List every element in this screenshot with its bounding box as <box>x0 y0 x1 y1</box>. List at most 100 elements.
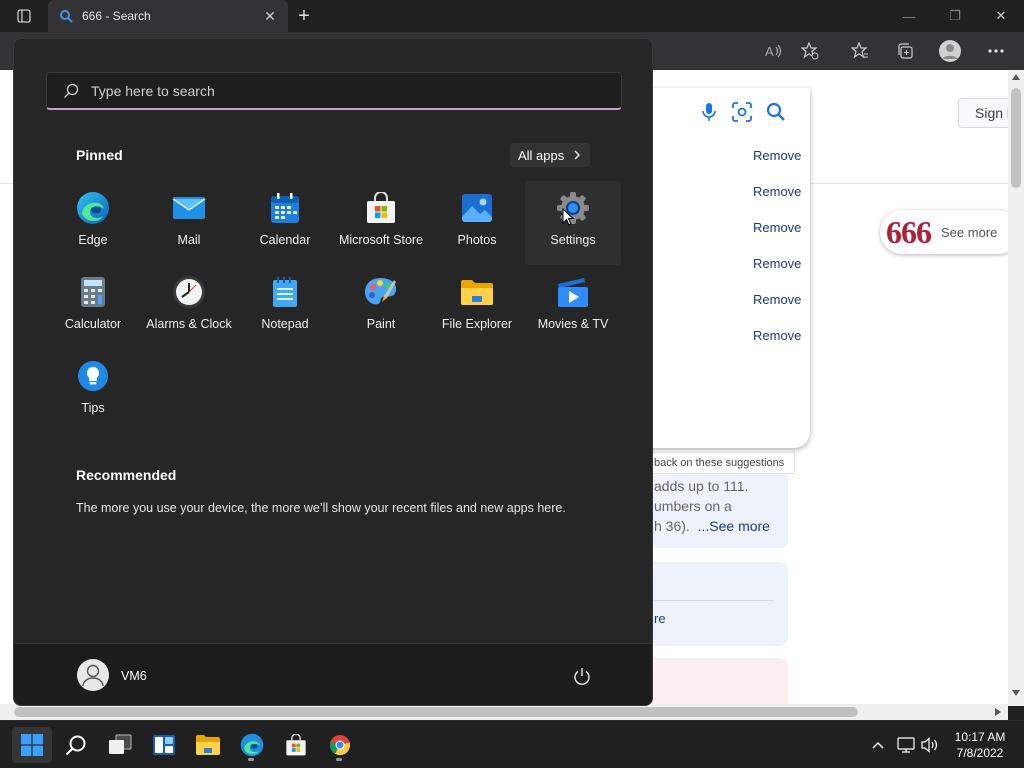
app-name: Settings <box>550 233 596 247</box>
clock-icon <box>172 275 206 309</box>
tab-actions-button[interactable] <box>8 6 40 26</box>
user-name[interactable]: VM6 <box>121 669 147 683</box>
volume-button[interactable] <box>920 735 940 755</box>
calculator-icon <box>76 275 110 309</box>
read-aloud-button[interactable]: A <box>762 39 786 63</box>
recommended-empty-text: The more you use your device, the more w… <box>76 501 566 515</box>
sign-in-button[interactable]: Sign i <box>958 98 1008 128</box>
taskbar-edge-button[interactable] <box>232 727 272 763</box>
network-status-button[interactable] <box>896 735 916 755</box>
suggestion-feedback-link[interactable]: back on these suggestions <box>645 452 795 474</box>
taskbar-store-button[interactable] <box>276 727 316 763</box>
close-window-button[interactable]: ✕ <box>978 0 1024 32</box>
suggestion-remove-link[interactable]: Remove <box>753 256 801 271</box>
movies-play-icon <box>556 275 590 309</box>
paint-palette-icon <box>364 275 398 309</box>
add-favorite-button[interactable] <box>798 39 822 63</box>
search-submit-icon[interactable] <box>766 102 786 122</box>
snippet-line: h 36). <box>654 518 690 534</box>
card-link[interactable]: re <box>654 611 666 626</box>
app-name: Calculator <box>64 317 122 331</box>
see-more-chip[interactable]: 666 See more <box>880 210 1008 254</box>
pinned-app-edge[interactable]: Edge <box>45 181 141 265</box>
pinned-app-photos[interactable]: Photos <box>429 181 525 265</box>
collections-icon <box>898 43 913 59</box>
result-card: re <box>640 562 788 646</box>
start-footer: VM6 <box>14 643 652 705</box>
app-name: Paint <box>366 317 396 331</box>
visual-search-icon[interactable] <box>732 102 752 122</box>
taskbar-file-explorer-button[interactable] <box>188 727 228 763</box>
app-name: Tips <box>81 401 105 415</box>
card-divider <box>654 600 774 601</box>
task-view-icon <box>109 734 132 754</box>
suggestion-remove-link[interactable]: Remove <box>753 328 801 343</box>
running-indicator <box>248 758 254 761</box>
pinned-app-file-explorer[interactable]: File Explorer <box>429 265 525 349</box>
page-horizontal-scrollbar[interactable] <box>0 704 1008 720</box>
collections-button[interactable] <box>893 39 917 63</box>
store-icon <box>286 734 306 756</box>
edge-icon <box>240 733 264 757</box>
pinned-app-notepad[interactable]: Notepad <box>237 265 333 349</box>
favorites-button[interactable] <box>848 39 872 63</box>
running-indicator <box>336 758 342 761</box>
user-icon <box>82 664 104 687</box>
user-avatar[interactable] <box>77 659 109 691</box>
vertical-scroll-thumb[interactable] <box>1011 88 1021 188</box>
notepad-icon <box>268 275 302 309</box>
restore-button[interactable]: ❐ <box>932 0 978 32</box>
taskbar-start-button[interactable] <box>12 727 52 763</box>
taskbar-widgets-button[interactable] <box>144 727 184 763</box>
pinned-app-calculator[interactable]: Calculator <box>45 265 141 349</box>
ellipsis-icon <box>988 49 1004 53</box>
chrome-icon <box>329 735 351 756</box>
more-menu-button[interactable] <box>984 39 1008 63</box>
snippet-see-more-link[interactable]: ...See more <box>698 518 770 534</box>
scroll-down-arrow-icon[interactable] <box>1012 690 1020 696</box>
app-name: Notepad <box>261 317 309 331</box>
lightbulb-icon <box>76 359 110 393</box>
snippet-line: adds up to 111. <box>654 478 749 494</box>
start-search-input[interactable]: Type here to search <box>46 72 622 110</box>
microphone-icon[interactable] <box>700 102 718 122</box>
star-add-icon <box>801 42 819 60</box>
pinned-app-movies-tv[interactable]: Movies & TV <box>525 265 621 349</box>
pinned-app-paint[interactable]: Paint <box>333 265 429 349</box>
taskbar-clock[interactable]: 10:17 AM 7/8/2022 <box>948 729 1012 761</box>
taskbar-chrome-button[interactable] <box>320 727 360 763</box>
taskbar-task-view-button[interactable] <box>100 727 140 763</box>
browser-titlebar: 666 - Search ✕ + — ❐ ✕ <box>0 0 1024 32</box>
browser-tab-active[interactable]: 666 - Search ✕ <box>48 0 288 32</box>
show-hidden-icons-button[interactable] <box>868 735 888 755</box>
new-tab-button[interactable]: + <box>292 4 316 28</box>
suggestion-remove-link[interactable]: Remove <box>753 184 801 199</box>
photos-icon <box>460 191 494 225</box>
pinned-app-calendar[interactable]: Calendar <box>237 181 333 265</box>
scroll-right-arrow-icon[interactable] <box>995 708 1001 716</box>
pinned-app-alarms-clock[interactable]: Alarms & Clock <box>141 265 237 349</box>
horizontal-scroll-thumb[interactable] <box>14 707 858 717</box>
suggestion-remove-link[interactable]: Remove <box>753 148 801 163</box>
pinned-app-mail[interactable]: Mail <box>141 181 237 265</box>
tab-close-icon[interactable]: ✕ <box>262 8 278 24</box>
windows-start-icon <box>21 734 43 756</box>
search-placeholder: Type here to search <box>91 82 215 99</box>
suggestion-remove-link[interactable]: Remove <box>753 220 801 235</box>
app-name: File Explorer <box>441 317 513 331</box>
minimize-button[interactable]: — <box>886 0 932 32</box>
app-name: Mail <box>177 233 201 247</box>
search-icon <box>64 83 79 98</box>
page-vertical-scrollbar[interactable] <box>1008 70 1024 706</box>
taskbar-search-button[interactable] <box>56 727 96 763</box>
suggestion-remove-link[interactable]: Remove <box>753 292 801 307</box>
app-name: Microsoft Store <box>338 233 424 247</box>
profile-button[interactable] <box>938 39 962 63</box>
all-apps-button[interactable]: All apps <box>510 143 590 167</box>
folder-icon <box>196 735 220 755</box>
power-button[interactable] <box>570 664 594 688</box>
pinned-app-microsoft-store[interactable]: Microsoft Store <box>333 181 429 265</box>
pinned-app-tips[interactable]: Tips <box>45 349 141 433</box>
scroll-up-arrow-icon[interactable] <box>1012 74 1020 80</box>
edge-icon <box>76 191 110 225</box>
